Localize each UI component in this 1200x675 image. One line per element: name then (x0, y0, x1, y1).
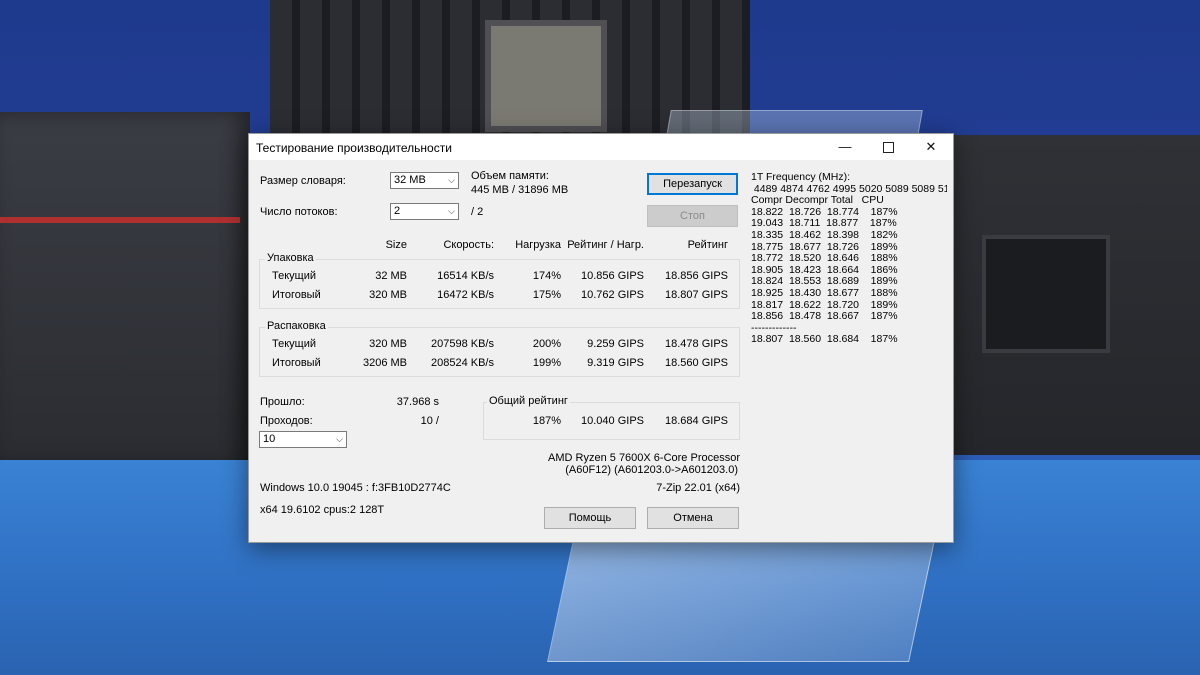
background-box-left (0, 112, 250, 467)
total-rating: 18.684 GIPS (665, 415, 728, 427)
col-rating-usage: Рейтинг / Нагр. (567, 239, 644, 251)
threads-label: Число потоков: (260, 206, 338, 218)
result-row: 18.925 18.430 18.677 188% (751, 287, 898, 299)
compress-current-name: Текущий (272, 270, 316, 282)
compress-current-usage: 174% (532, 270, 561, 282)
elapsed-value: 37.968 s (396, 396, 439, 408)
chevron-down-icon: ⌵ (448, 175, 455, 185)
compress-current-size: 32 MB (375, 270, 407, 282)
background-red-stripe (0, 217, 240, 223)
compress-total-name: Итоговый (272, 289, 321, 301)
compress-current-rpu: 10.856 GIPS (581, 270, 644, 282)
background-cpu-socket (485, 20, 607, 132)
os-info: Windows 10.0 19045 : f:3FB10D2774C (260, 482, 451, 494)
decompress-current-size: 320 MB (369, 338, 407, 350)
result-row: 18.335 18.462 18.398 182% (751, 229, 898, 241)
minimize-icon[interactable]: — (823, 134, 867, 160)
arch-info: x64 19.6102 cpus:2 128T (260, 504, 385, 516)
help-button[interactable]: Помощь (544, 507, 636, 529)
results-summary: 18.807 18.560 18.684 187% (751, 333, 898, 346)
frequency-title: 1T Frequency (MHz): (751, 171, 850, 183)
compress-total-speed: 16472 KB/s (437, 289, 494, 301)
col-usage: Нагрузка (515, 239, 561, 251)
elapsed-label: Прошло: (260, 396, 305, 408)
app-version: 7-Zip 22.01 (x64) (656, 482, 740, 494)
decompress-total-rating: 18.560 GIPS (665, 357, 728, 369)
threads-value: 2 (394, 205, 401, 217)
compress-current-speed: 16514 KB/s (437, 270, 494, 282)
compress-total-size: 320 MB (369, 289, 407, 301)
decompress-current-rpu: 9.259 GIPS (587, 338, 644, 350)
passes-value: 10 / (420, 415, 439, 427)
compress-total-rating: 18.807 GIPS (665, 289, 728, 301)
col-rating: Рейтинг (687, 239, 728, 251)
background-chip (982, 235, 1110, 353)
chevron-down-icon: ⌵ (448, 206, 455, 216)
background-acrylic-stand (547, 540, 935, 662)
decompress-label: Распаковка (265, 320, 328, 332)
cpu-id: (A60F12) (A601203.0->A601203.0) (565, 464, 738, 476)
decompress-current-name: Текущий (272, 338, 316, 350)
compress-total-usage: 175% (532, 289, 561, 301)
compress-total-rpu: 10.762 GIPS (581, 289, 644, 301)
window-title: Тестирование производительности (256, 141, 452, 155)
decompress-total-size: 3206 MB (362, 357, 407, 369)
total-rating-label: Общий рейтинг (487, 395, 570, 407)
passes-label: Проходов: (260, 415, 313, 427)
cpu-name: AMD Ryzen 5 7600X 6-Core Processor (548, 452, 740, 464)
col-speed: Скорость: (443, 239, 494, 251)
stop-button[interactable]: Стоп (647, 205, 738, 227)
decompress-current-speed: 207598 KB/s (431, 338, 494, 350)
compress-group (259, 259, 740, 309)
decompress-current-usage: 200% (532, 338, 561, 350)
compress-label: Упаковка (265, 252, 316, 264)
benchmark-window: Тестирование производительности — ✕ Разм… (248, 133, 954, 543)
cancel-button[interactable]: Отмена (647, 507, 739, 529)
decompress-current-rating: 18.478 GIPS (665, 338, 728, 350)
close-icon[interactable]: ✕ (909, 134, 953, 160)
decompress-total-name: Итоговый (272, 357, 321, 369)
chevron-down-icon: ⌵ (336, 434, 343, 444)
col-size: Size (385, 239, 407, 251)
total-rpu: 10.040 GIPS (581, 415, 644, 427)
decompress-total-usage: 199% (532, 357, 561, 369)
passes-select[interactable]: 10 ⌵ (259, 431, 347, 448)
maximize-icon[interactable] (866, 134, 910, 160)
background-box-right (952, 135, 1200, 455)
dictionary-size-select[interactable]: 32 MB ⌵ (390, 172, 459, 189)
dictionary-label: Размер словаря: (260, 175, 346, 187)
passes-select-value: 10 (263, 433, 276, 445)
memory-value: 445 MB / 31896 MB (471, 184, 569, 196)
threads-select[interactable]: 2 ⌵ (390, 203, 459, 220)
memory-label: Объем памяти: (471, 170, 549, 182)
dictionary-size-value: 32 MB (394, 174, 426, 186)
decompress-total-rpu: 9.319 GIPS (587, 357, 644, 369)
decompress-total-speed: 208524 KB/s (431, 357, 494, 369)
total-usage: 187% (532, 415, 561, 427)
title-bar[interactable]: Тестирование производительности — ✕ (249, 134, 953, 160)
restart-button[interactable]: Перезапуск (647, 173, 738, 195)
decompress-group (259, 327, 740, 377)
compress-current-rating: 18.856 GIPS (665, 270, 728, 282)
threads-max: / 2 (471, 206, 484, 218)
